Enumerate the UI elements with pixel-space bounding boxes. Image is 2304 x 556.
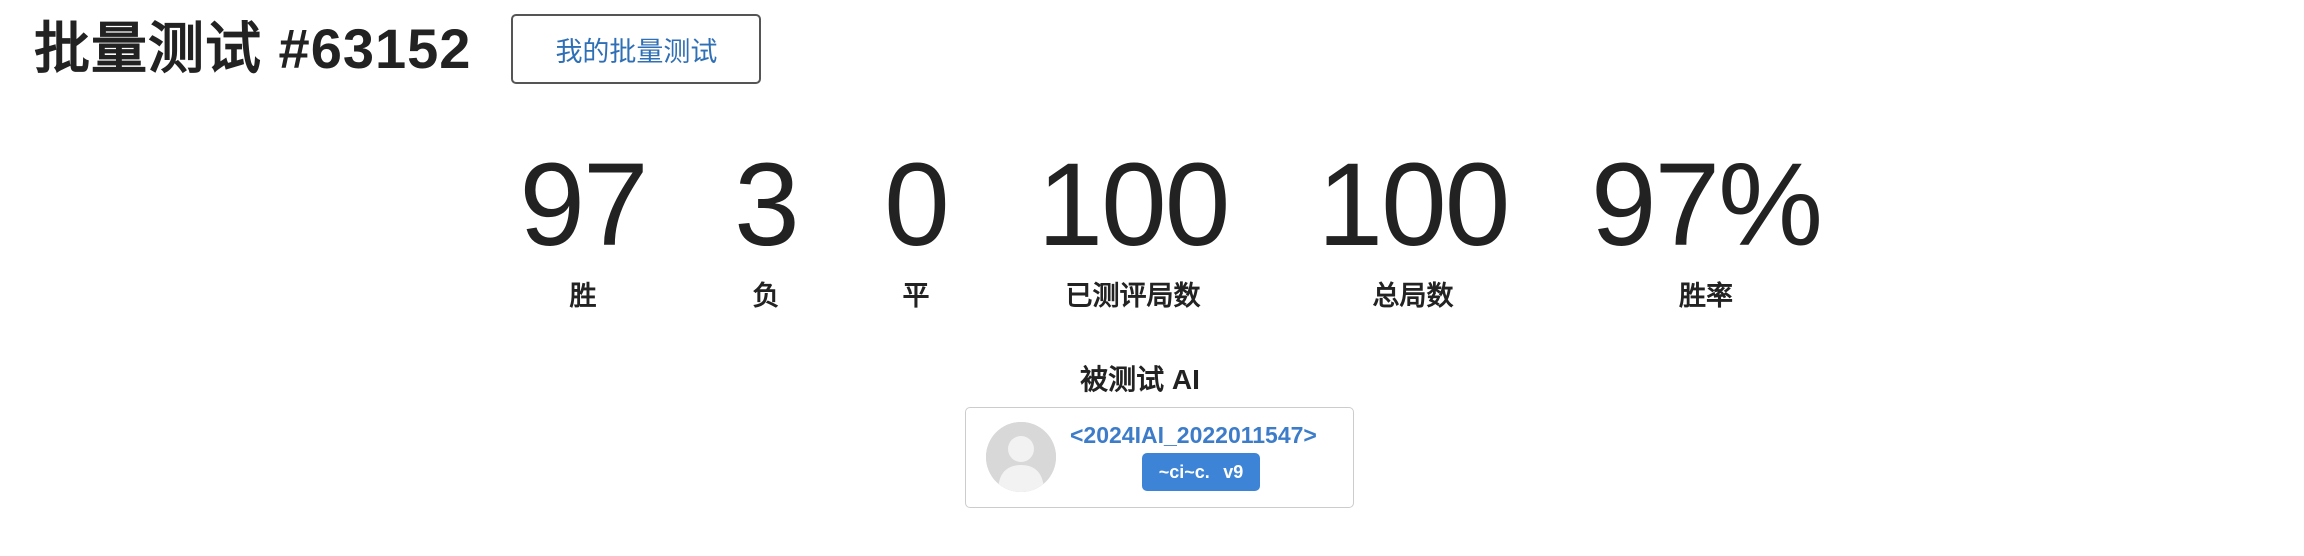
page-title: 批量测试 #63152 — [34, 17, 472, 80]
tested-ai-card[interactable]: <2024IAI_2022011547> ~ci~c. v9 — [965, 407, 1354, 508]
stat-win-rate: 97% 胜率 — [1590, 139, 1823, 313]
my-batch-tests-button[interactable]: 我的批量测试 — [511, 14, 762, 84]
stat-label: 总局数 — [1372, 281, 1454, 311]
stat-evaluated-games: 100 已测评局数 — [1037, 139, 1231, 313]
ai-version-badge[interactable]: ~ci~c. v9 — [1142, 453, 1260, 491]
stat-label: 胜 — [569, 281, 597, 311]
stat-losses: 3 负 — [734, 139, 800, 313]
stat-value: 0 — [884, 139, 950, 271]
stat-value: 97 — [519, 139, 648, 271]
stat-draws: 0 平 — [884, 139, 950, 313]
stat-value: 3 — [734, 139, 800, 271]
ai-badge-version: v9 — [1223, 461, 1244, 482]
stat-value: 100 — [1317, 139, 1511, 271]
stat-label: 已测评局数 — [1065, 281, 1201, 311]
stat-total-games: 100 总局数 — [1317, 139, 1511, 313]
stats-row: 97 胜 3 负 0 平 100 已测评局数 100 总局数 97% 胜率 — [0, 139, 2304, 313]
tested-ai-title: 被测试 AI — [1080, 364, 1200, 395]
stat-value: 100 — [1037, 139, 1231, 271]
page-header: 批量测试 #63152 我的批量测试 — [34, 14, 762, 84]
stat-label: 平 — [902, 281, 930, 311]
ai-badge-name: ~ci~c. — [1158, 461, 1210, 482]
stat-label: 负 — [752, 281, 780, 311]
stat-wins: 97 胜 — [519, 139, 648, 313]
default-user-avatar-icon[interactable] — [986, 422, 1056, 492]
ai-name-link[interactable]: <2024IAI_2022011547> — [1070, 422, 1317, 449]
stat-value: 97% — [1590, 139, 1823, 271]
stat-label: 胜率 — [1679, 281, 1733, 311]
